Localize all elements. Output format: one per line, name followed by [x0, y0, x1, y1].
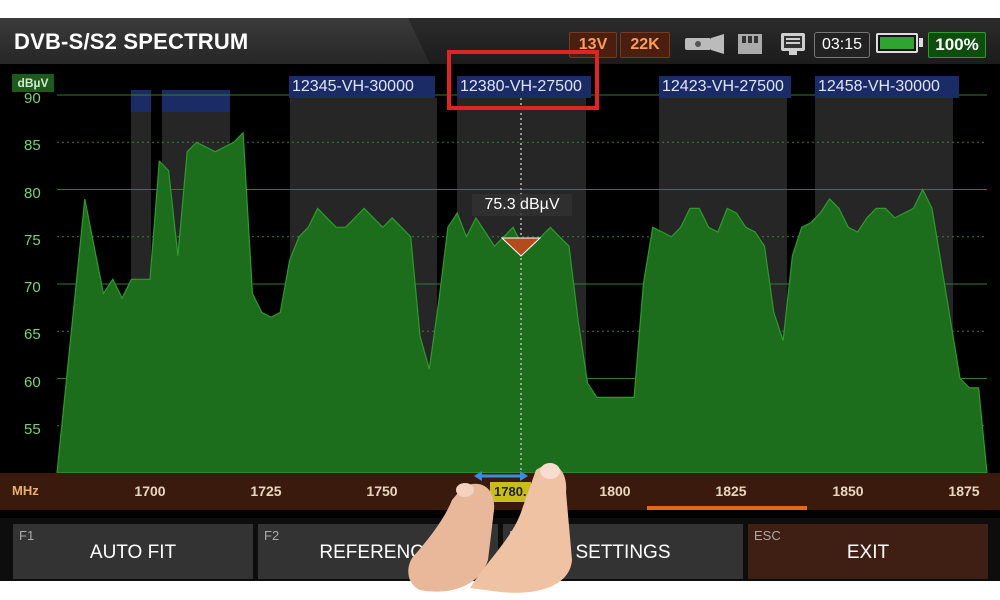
transponder-label[interactable]: 12458-VH-30000 — [815, 76, 959, 98]
x-tick-label: 1800 — [599, 483, 631, 499]
y-tick-label: 55 — [24, 421, 41, 438]
x-unit-label: MHz — [12, 483, 39, 498]
flashlight-icon[interactable] — [684, 32, 726, 56]
reference-button[interactable]: F2 REFERENCE — [258, 524, 498, 579]
x-tick-label: 1725 — [250, 483, 282, 499]
y-tick-label: 70 — [24, 279, 41, 296]
exit-button[interactable]: ESC EXIT — [748, 524, 988, 579]
x-tick-label: 1850 — [832, 483, 864, 499]
header-bar: DVB-S/S2 SPECTRUM 13V 22K 03:15 100% — [0, 18, 1000, 64]
y-tick-label: 80 — [24, 185, 41, 202]
function-key-label: F1 — [19, 528, 35, 543]
function-key-label: F2 — [264, 528, 280, 543]
analyzer-screen: DVB-S/S2 SPECTRUM 13V 22K 03:15 100% dBµ… — [0, 18, 1000, 581]
clock-time: 03:15 — [814, 32, 870, 58]
y-tick-label: 60 — [24, 374, 41, 391]
auto-fit-button[interactable]: F1 AUTO FIT — [13, 524, 253, 579]
transponder-label[interactable]: 12345-VH-30000 — [289, 76, 435, 98]
x-tick-label: 1875 — [948, 483, 980, 499]
battery-percent: 100% — [928, 32, 986, 58]
function-key-label: F3 — [509, 528, 525, 543]
transponder-band-marker — [162, 90, 230, 112]
monitor-icon[interactable] — [780, 32, 806, 56]
lnb-tone-badge[interactable]: 22K — [620, 32, 670, 58]
softkey-label: REFERENCE — [319, 542, 437, 563]
y-tick-label: 75 — [24, 232, 41, 249]
transponder-label-selected[interactable]: 12380-VH-27500 — [457, 76, 591, 98]
softkey-bar: F1 AUTO FIT F2 REFERENCE F3 SETTINGS ESC… — [0, 518, 1000, 581]
scroll-indicator — [647, 506, 807, 510]
settings-button[interactable]: F3 SETTINGS — [503, 524, 743, 579]
transponder-label[interactable]: 12423-VH-27500 — [659, 76, 791, 98]
x-tick-label: 1750 — [366, 483, 398, 499]
marker-level-readout: 75.3 dBµV — [472, 194, 572, 216]
frequency-axis[interactable]: MHz 1700 1725 1750 1800 1825 1850 1875 1… — [0, 471, 1000, 510]
softkey-label: EXIT — [846, 542, 890, 563]
x-tick-label: 1825 — [715, 483, 747, 499]
y-tick-label: 85 — [24, 137, 41, 154]
page-title: DVB-S/S2 SPECTRUM — [14, 29, 249, 54]
transponder-band-marker — [131, 90, 151, 112]
softkey-label: AUTO FIT — [89, 542, 177, 563]
cursor-frequency-label[interactable]: 1780. — [490, 482, 531, 502]
lnb-voltage-badge[interactable]: 13V — [569, 32, 617, 58]
battery-level-fill — [880, 37, 914, 49]
battery-icon — [876, 33, 918, 53]
drag-arrow-icon[interactable] — [474, 471, 528, 481]
spectrum-plot[interactable] — [0, 64, 1000, 473]
function-key-label: ESC — [754, 528, 781, 543]
sd-card-icon — [738, 34, 762, 54]
softkey-label: SETTINGS — [575, 542, 671, 563]
battery-tip — [919, 38, 923, 47]
y-tick-label: 65 — [24, 326, 41, 343]
x-tick-label: 1700 — [134, 483, 166, 499]
y-tick-label: 90 — [24, 90, 41, 107]
